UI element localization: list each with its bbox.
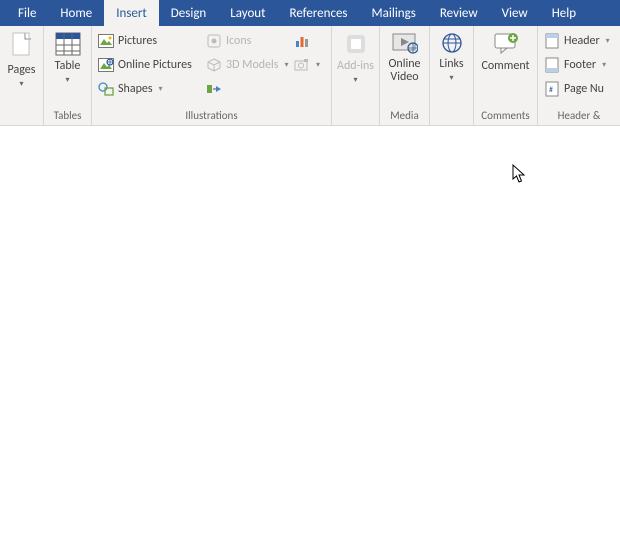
online-pictures-label: Online Pictures (118, 58, 192, 72)
menu-view[interactable]: View (490, 0, 540, 26)
menu-insert[interactable]: Insert (104, 0, 159, 26)
screenshot-button: ▾ (292, 54, 326, 76)
caret-icon: ▾ (602, 60, 606, 70)
pictures-label: Pictures (118, 34, 157, 48)
menu-home[interactable]: Home (48, 0, 104, 26)
headerfooter-group-label: Header & (542, 107, 616, 125)
caret-icon: ▾ (606, 36, 610, 46)
links-icon (439, 32, 465, 54)
media-group-label: Media (384, 107, 425, 125)
comment-icon (493, 32, 519, 56)
icons-button: Icons (204, 30, 292, 52)
chart-button[interactable] (292, 30, 326, 52)
page-number-icon: # (544, 81, 560, 97)
footer-icon (544, 57, 560, 73)
icons-label: Icons (226, 34, 251, 48)
caret-icon: ▾ (159, 84, 163, 94)
ribbon: Pages ▾ Table ▾ Tables Pictures (0, 26, 620, 126)
caret-icon: ▾ (316, 60, 320, 70)
addins-label: Add-ins (337, 60, 374, 73)
shapes-label: Shapes (118, 82, 153, 96)
links-label: Links (439, 58, 463, 71)
header-label: Header (564, 34, 600, 48)
menu-mailings[interactable]: Mailings (360, 0, 428, 26)
illustrations-group-label: Illustrations (96, 107, 327, 125)
menu-help[interactable]: Help (540, 0, 588, 26)
screenshot-icon (294, 57, 310, 73)
video-label: Online Video (384, 58, 425, 84)
shapes-icon (98, 81, 114, 97)
chart-icon (294, 33, 310, 49)
caret-icon: ▾ (449, 73, 453, 83)
pictures-button[interactable]: Pictures (96, 30, 204, 52)
tables-group-label: Tables (48, 107, 87, 125)
online-video-button[interactable]: Online Video (384, 28, 425, 106)
menu-file[interactable]: File (6, 0, 48, 26)
table-button[interactable]: Table ▾ (48, 28, 87, 106)
menu-bar: File Home Insert Design Layout Reference… (0, 0, 620, 26)
comments-group-label: Comments (478, 107, 533, 125)
addins-button: Add-ins ▾ (336, 28, 375, 106)
3d-models-icon (206, 57, 222, 73)
caret-icon: ▾ (353, 75, 357, 85)
header-button[interactable]: Header ▾ (542, 30, 616, 52)
page-icon (10, 32, 34, 60)
shapes-button[interactable]: Shapes ▾ (96, 78, 204, 100)
smartart-icon (206, 81, 222, 97)
caret-icon: ▾ (285, 60, 289, 70)
3d-models-label: 3D Models (226, 58, 279, 72)
menu-design[interactable]: Design (159, 0, 218, 26)
caret-icon: ▾ (65, 75, 69, 85)
video-icon (392, 32, 418, 54)
pages-label: Pages (8, 64, 36, 77)
comment-label: Comment (481, 60, 529, 73)
document-area[interactable] (0, 126, 620, 560)
online-pictures-button[interactable]: Online Pictures (96, 54, 204, 76)
menu-review[interactable]: Review (428, 0, 490, 26)
mouse-cursor-icon (512, 164, 526, 184)
icons-icon (206, 33, 222, 49)
addins-icon (343, 32, 369, 56)
footer-label: Footer (564, 58, 596, 72)
menu-layout[interactable]: Layout (218, 0, 277, 26)
online-pictures-icon (98, 57, 114, 73)
header-icon (544, 33, 560, 49)
3d-models-button: 3D Models ▾ (204, 54, 292, 76)
pictures-icon (98, 33, 114, 49)
smartart-button[interactable] (204, 78, 292, 100)
links-button[interactable]: Links ▾ (434, 28, 469, 106)
svg-text:#: # (549, 85, 553, 95)
caret-icon: ▾ (19, 79, 23, 89)
comment-button[interactable]: Comment (478, 28, 533, 106)
table-icon (55, 32, 81, 56)
footer-button[interactable]: Footer ▾ (542, 54, 616, 76)
page-number-button[interactable]: # Page Nu (542, 78, 616, 100)
menu-references[interactable]: References (278, 0, 360, 26)
pages-button[interactable]: Pages ▾ (4, 28, 39, 106)
page-number-label: Page Nu (564, 82, 604, 96)
table-label: Table (55, 60, 81, 73)
